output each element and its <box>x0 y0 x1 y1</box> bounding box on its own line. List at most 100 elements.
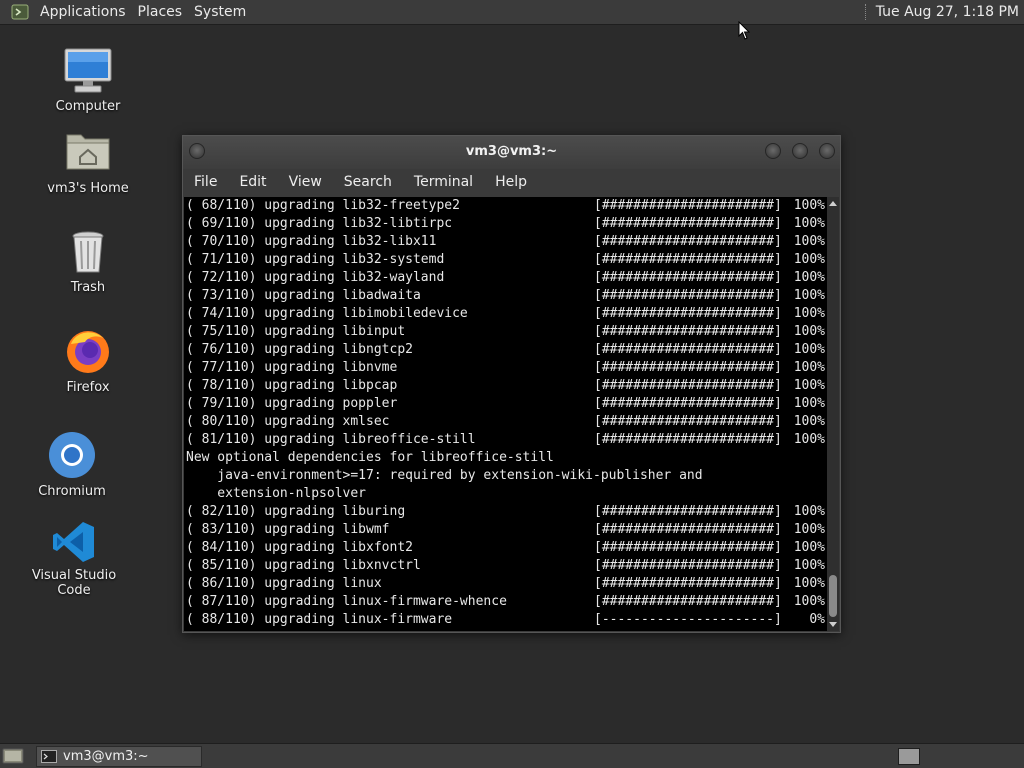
terminal-line: ( 86/110) upgrading linux [##############… <box>186 575 827 593</box>
desktop-icon-label: Visual Studio Code <box>31 568 117 598</box>
terminal-line-text: ( 75/110) upgrading libinput <box>186 324 406 339</box>
terminal-window[interactable]: vm3@vm3:~ File Edit View Search Terminal… <box>182 135 841 633</box>
progress-bar-text: [######################] <box>594 414 782 429</box>
terminal-icon <box>41 749 57 763</box>
terminal-line: ( 79/110) upgrading poppler [############… <box>186 395 827 413</box>
clock[interactable]: Tue Aug 27, 1:18 PM <box>876 4 1024 20</box>
menu-help[interactable]: Help <box>484 169 538 196</box>
desktop-icon-label: Firefox <box>66 380 110 395</box>
progress-bar-text: [######################] <box>594 306 782 321</box>
terminal-line: ( 72/110) upgrading lib32-wayland [######… <box>186 269 827 287</box>
places-menu[interactable]: Places <box>132 0 189 25</box>
desktop-icon-label: vm3's Home <box>47 181 129 196</box>
progress-percent: 100% <box>793 306 825 321</box>
terminal-line-text: extension-nlpsolver <box>186 486 367 501</box>
firefox-icon <box>67 331 109 373</box>
progress-bar-text: [######################] <box>594 198 782 213</box>
desktop-icon-trash[interactable]: Trash <box>28 228 148 295</box>
progress-bar-text: [######################] <box>594 324 782 339</box>
desktop-icon-label: Computer <box>55 99 121 114</box>
terminal-line: extension-nlpsolver <box>186 485 827 503</box>
progress-percent: 100% <box>793 540 825 555</box>
progress-bar-text: [######################] <box>594 288 782 303</box>
progress-bar-text: [######################] <box>594 432 782 447</box>
scroll-down-arrow-icon[interactable] <box>829 622 837 627</box>
terminal-line: ( 80/110) upgrading xmlsec [#############… <box>186 413 827 431</box>
terminal-line: ( 84/110) upgrading libxfont2 [##########… <box>186 539 827 557</box>
terminal-line-text: ( 74/110) upgrading libimobiledevice <box>186 306 468 321</box>
desktop-icon-home[interactable]: vm3's Home <box>28 127 148 196</box>
terminal-line-text: ( 84/110) upgrading libxfont2 <box>186 540 413 555</box>
menu-file[interactable]: File <box>183 169 228 196</box>
scroll-up-arrow-icon[interactable] <box>829 201 837 206</box>
minimize-button[interactable] <box>765 143 781 159</box>
terminal-line-text: ( 80/110) upgrading xmlsec <box>186 414 390 429</box>
taskbar-button-label: vm3@vm3:~ <box>63 748 149 764</box>
menu-edit[interactable]: Edit <box>228 169 277 196</box>
terminal-line-text: ( 77/110) upgrading libnvme <box>186 360 398 375</box>
system-menu[interactable]: System <box>188 0 252 25</box>
terminal-menu-bar: File Edit View Search Terminal Help <box>183 169 840 196</box>
terminal-line-text: ( 87/110) upgrading linux-firmware-whenc… <box>186 594 507 609</box>
progress-percent: 100% <box>793 414 825 429</box>
progress-percent: 100% <box>793 342 825 357</box>
scrollbar-thumb[interactable] <box>829 575 837 617</box>
terminal-line-text: ( 76/110) upgrading libngtcp2 <box>186 342 413 357</box>
vscode-icon <box>53 522 94 562</box>
terminal-line: ( 75/110) upgrading libinput [###########… <box>186 323 827 341</box>
terminal-line-text: ( 79/110) upgrading poppler <box>186 396 398 411</box>
terminal-line: ( 76/110) upgrading libngtcp2 [##########… <box>186 341 827 359</box>
maximize-button[interactable] <box>792 143 808 159</box>
menu-terminal[interactable]: Terminal <box>403 169 484 196</box>
show-desktop-icon[interactable] <box>2 747 24 765</box>
panel-separator <box>864 4 868 20</box>
progress-percent: 100% <box>793 252 825 267</box>
terminal-scrollbar[interactable] <box>827 197 839 631</box>
progress-bar-text: [######################] <box>594 396 782 411</box>
terminal-line: ( 87/110) upgrading linux-firmware-whenc… <box>186 593 827 611</box>
progress-bar-text: [######################] <box>594 504 782 519</box>
progress-bar-text: [######################] <box>594 378 782 393</box>
progress-percent: 100% <box>793 522 825 537</box>
desktop-icon-vscode[interactable]: Visual Studio Code <box>14 520 134 598</box>
progress-percent: 100% <box>793 198 825 213</box>
close-button[interactable] <box>819 143 835 159</box>
terminal-line-text: ( 81/110) upgrading libreoffice-still <box>186 432 476 447</box>
progress-percent: 100% <box>793 432 825 447</box>
terminal-line: ( 81/110) upgrading libreoffice-still [##… <box>186 431 827 449</box>
terminal-line-text: ( 85/110) upgrading libxnvctrl <box>186 558 421 573</box>
terminal-line: New optional dependencies for libreoffic… <box>186 449 827 467</box>
menu-search[interactable]: Search <box>333 169 403 196</box>
applications-menu[interactable]: Applications <box>34 0 132 25</box>
trash-icon <box>72 231 104 273</box>
desktop-icon-label: Trash <box>70 280 106 295</box>
desktop-icon-computer[interactable]: Computer <box>28 45 148 114</box>
progress-percent: 100% <box>793 378 825 393</box>
desktop-icon-chromium[interactable]: Chromium <box>12 430 132 499</box>
progress-bar-text: [######################] <box>594 342 782 357</box>
terminal-output[interactable]: ( 68/110) upgrading lib32-freetype2 [####… <box>184 197 827 631</box>
progress-bar-text: [######################] <box>594 558 782 573</box>
desktop-icon-firefox[interactable]: Firefox <box>28 326 148 395</box>
menu-view[interactable]: View <box>278 169 333 196</box>
terminal-line-text: New optional dependencies for libreoffic… <box>186 450 554 465</box>
progress-bar-text: [######################] <box>594 522 782 537</box>
terminal-line-text: ( 78/110) upgrading libpcap <box>186 378 398 393</box>
terminal-line-text: ( 82/110) upgrading liburing <box>186 504 406 519</box>
terminal-lines: ( 68/110) upgrading lib32-freetype2 [####… <box>184 197 827 629</box>
panel-menus: Applications Places System <box>0 0 252 25</box>
progress-bar-text: [######################] <box>594 576 782 591</box>
terminal-line: ( 85/110) upgrading libxnvctrl [#########… <box>186 557 827 575</box>
terminal-line-text: java-environment>=17: required by extens… <box>186 468 703 483</box>
title-bar[interactable]: vm3@vm3:~ <box>183 136 840 169</box>
progress-percent: 100% <box>793 504 825 519</box>
terminal-line: ( 82/110) upgrading liburing [###########… <box>186 503 827 521</box>
desktop-icon-label: Chromium <box>38 484 106 499</box>
terminal-logo-icon[interactable] <box>10 2 30 22</box>
progress-percent: 100% <box>793 216 825 231</box>
mouse-pointer-icon <box>738 21 750 40</box>
terminal-line: ( 71/110) upgrading lib32-systemd [######… <box>186 251 827 269</box>
taskbar-button-terminal[interactable]: vm3@vm3:~ <box>36 745 202 767</box>
terminal-line: ( 83/110) upgrading libwmf [#############… <box>186 521 827 539</box>
workspace-switcher-icon[interactable] <box>898 748 920 765</box>
